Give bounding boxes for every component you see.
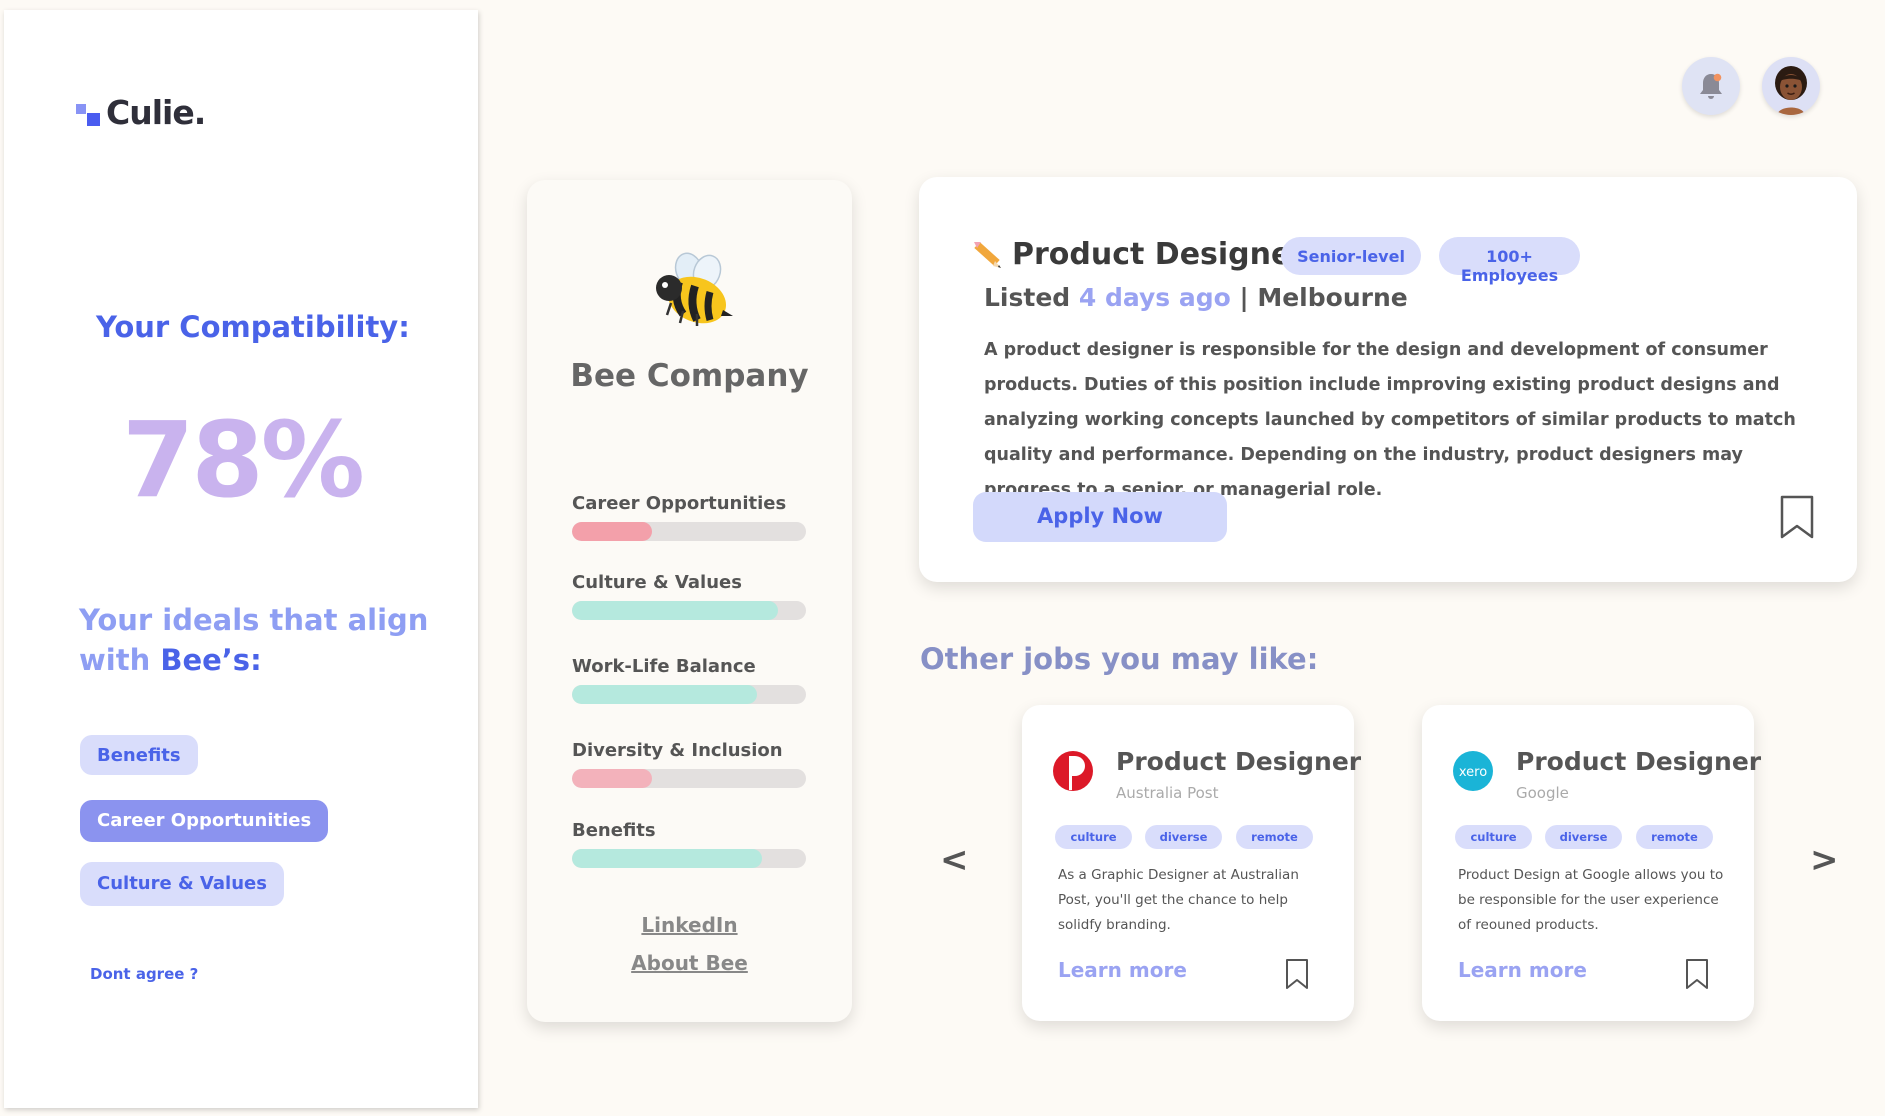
company-size-badge: 100+ Employees (1439, 237, 1580, 285)
svg-text:xero: xero (1459, 765, 1487, 780)
ideals-company: Bee’s (160, 643, 251, 677)
app-logo[interactable]: Culie. (74, 93, 206, 132)
job-card-company: Australia Post (1116, 784, 1219, 802)
learn-more-link[interactable]: Learn more (1458, 958, 1587, 982)
linkedin-link[interactable]: LinkedIn (527, 913, 852, 937)
ideal-pill-career-opportunities[interactable]: Career Opportunities (80, 800, 329, 842)
job-card-description: As a Graphic Designer at Australian Post… (1058, 867, 1299, 933)
other-jobs-heading: Other jobs you may like: (920, 642, 1319, 676)
notifications-button[interactable] (1682, 57, 1740, 115)
job-description: A product designer is responsible for th… (984, 340, 1796, 500)
rating-label: Culture & Values (572, 572, 742, 593)
bookmark-icon[interactable] (1779, 494, 1815, 540)
rating-bar-fill (572, 601, 778, 620)
job-card[interactable]: xero Product Designer Google culture div… (1422, 705, 1761, 1021)
company-card: Bee Company Career Opportunities Culture… (527, 180, 852, 1022)
avatar[interactable] (1762, 57, 1820, 115)
carousel-next-button[interactable]: > (1810, 840, 1839, 880)
job-card[interactable]: Product Designer Australia Post culture … (1022, 705, 1361, 1021)
sidebar: Culie. Your Compatibility: 78% Your idea… (4, 10, 478, 1108)
about-company-link[interactable]: About Bee (527, 951, 852, 975)
job-listed-info: Listed 4 days ago | Melbourne (984, 283, 1408, 312)
job-card-title: Product Designer (1516, 747, 1762, 776)
bell-icon (1700, 73, 1722, 99)
rating-diversity-inclusion: Diversity & Inclusion (572, 740, 806, 788)
job-title: Product Designer (1012, 237, 1307, 272)
job-level-badge: Senior-level (1281, 237, 1421, 275)
rating-label: Diversity & Inclusion (572, 740, 783, 761)
job-card-company: Google (1516, 784, 1569, 802)
ideals-suffix: : (250, 643, 262, 677)
rating-label: Career Opportunities (572, 493, 787, 514)
xero-logo: xero (1453, 751, 1493, 791)
rating-label: Benefits (572, 820, 656, 841)
rating-label: Work-Life Balance (572, 656, 756, 677)
ideals-heading: Your ideals that align with Bee’s: (79, 600, 478, 680)
apply-now-button[interactable]: Apply Now (973, 492, 1227, 542)
carousel-prev-button[interactable]: < (940, 840, 969, 880)
rating-bar-track (572, 849, 806, 868)
job-tag: diverse (1145, 825, 1222, 849)
rating-bar-fill (572, 685, 757, 704)
dont-agree-link[interactable]: Dont agree ? (90, 965, 198, 983)
job-tag: diverse (1545, 825, 1622, 849)
australia-post-logo (1053, 751, 1093, 791)
job-tag: culture (1055, 825, 1132, 849)
rating-bar-track (572, 769, 806, 788)
job-card-title: Product Designer (1116, 747, 1362, 776)
job-tag: culture (1455, 825, 1532, 849)
rating-career-opportunities: Career Opportunities (572, 493, 806, 541)
job-tag: remote (1236, 825, 1313, 849)
rating-culture-values: Culture & Values (572, 572, 806, 620)
rating-bar-track (572, 601, 806, 620)
listed-location: | Melbourne (1230, 283, 1408, 312)
rating-bar-fill (572, 769, 652, 788)
bee-icon (656, 252, 733, 326)
compatibility-title: Your Compatibility: (96, 310, 410, 344)
learn-more-link[interactable]: Learn more (1058, 958, 1187, 982)
rating-bar-track (572, 522, 806, 541)
job-tag: remote (1636, 825, 1713, 849)
pencil-icon (974, 242, 1001, 268)
rating-bar-fill (572, 522, 652, 541)
job-card-description: Product Design at Google allows you to b… (1458, 867, 1724, 933)
bookmark-icon[interactable] (1685, 958, 1709, 990)
user-avatar-icon (1775, 66, 1807, 115)
bookmark-icon[interactable] (1285, 958, 1309, 990)
ideal-pill-culture-values[interactable]: Culture & Values (80, 862, 284, 906)
job-detail-card: Product Designer Senior-level 100+ Emplo… (919, 177, 1857, 582)
logo-text: Culie. (106, 93, 206, 132)
compatibility-score: 78% (122, 399, 365, 521)
listed-ago: 4 days ago (1078, 283, 1231, 312)
company-name: Bee Company (570, 358, 809, 394)
rating-benefits: Benefits (572, 820, 806, 868)
ideal-pill-benefits[interactable]: Benefits (80, 735, 198, 775)
listed-prefix: Listed (984, 283, 1079, 312)
logo-mark-icon (74, 99, 104, 129)
rating-bar-fill (572, 849, 762, 868)
rating-work-life-balance: Work-Life Balance (572, 656, 806, 704)
rating-bar-track (572, 685, 806, 704)
